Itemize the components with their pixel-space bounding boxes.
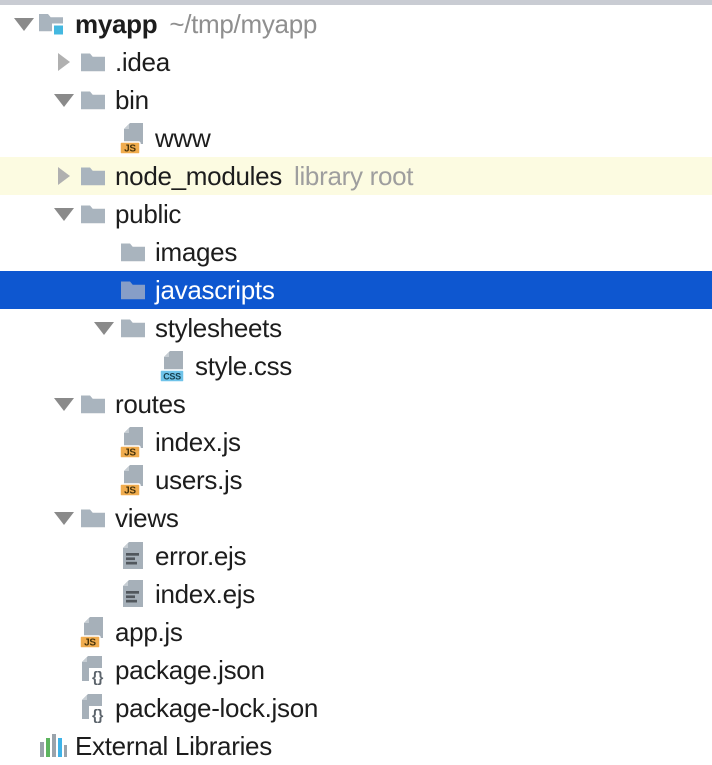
json-file-icon: {} (77, 655, 109, 686)
tree-row-style-css[interactable]: CSS style.css (0, 347, 712, 385)
tree-item-label: error.ejs (155, 537, 246, 575)
json-file-icon: {} (77, 693, 109, 724)
tree-item-label: images (155, 233, 237, 271)
tree-item-label: app.js (115, 613, 183, 651)
tree-item-label: www (155, 119, 210, 157)
tree-item-label: stylesheets (155, 309, 282, 347)
tree-item-annotation: library root (294, 161, 413, 192)
tree-row-package-json[interactable]: {} package.json (0, 651, 712, 689)
expand-arrow-icon (10, 732, 37, 760)
tree-row-app-js[interactable]: JS app.js (0, 613, 712, 651)
tree-row-views[interactable]: views (0, 499, 712, 537)
svg-text:{}: {} (92, 669, 104, 686)
tree-row--idea[interactable]: .idea (0, 43, 712, 81)
js-file-icon: JS (117, 122, 149, 155)
tree-item-label: myapp (75, 5, 157, 43)
expand-arrow-icon (50, 694, 77, 722)
tree-row-stylesheets[interactable]: stylesheets (0, 309, 712, 347)
project-folder-icon (37, 10, 69, 38)
external-libraries-icon (37, 732, 69, 760)
tree-row-routes[interactable]: routes (0, 385, 712, 423)
svg-text:JS: JS (124, 447, 136, 458)
expand-arrow-icon[interactable] (50, 200, 77, 228)
folder-icon (117, 278, 149, 302)
js-file-icon: JS (117, 464, 149, 497)
expand-arrow-icon[interactable] (90, 314, 117, 342)
svg-text:JS: JS (124, 485, 136, 496)
tree-item-label: bin (115, 81, 149, 119)
tree-row-index-js[interactable]: JS index.js (0, 423, 712, 461)
text-file-icon (117, 579, 149, 609)
tree-row-index-ejs[interactable]: index.ejs (0, 575, 712, 613)
tree-row-package-lock-json[interactable]: {} package-lock.json (0, 689, 712, 727)
expand-arrow-icon[interactable] (50, 390, 77, 418)
svg-text:CSS: CSS (163, 371, 181, 381)
folder-icon (117, 240, 149, 264)
expand-arrow-icon (50, 656, 77, 684)
tree-item-label: users.js (155, 461, 242, 499)
expand-arrow-icon (90, 124, 117, 152)
folder-icon (77, 392, 109, 416)
tree-item-label: style.css (195, 347, 292, 385)
tree-item-label: public (115, 195, 181, 233)
expand-arrow-icon[interactable] (50, 48, 77, 76)
js-file-icon: JS (77, 616, 109, 649)
tree-item-label: .idea (115, 43, 170, 81)
tree-item-label: node_modules (115, 157, 282, 195)
tree-item-label: routes (115, 385, 185, 423)
svg-text:JS: JS (84, 637, 96, 648)
tree-item-label: External Libraries (75, 727, 272, 765)
text-file-icon (117, 541, 149, 571)
svg-text:{}: {} (92, 707, 104, 724)
tree-row-node-modules[interactable]: node_modules library root (0, 157, 712, 195)
expand-arrow-icon (50, 618, 77, 646)
svg-text:JS: JS (124, 143, 136, 154)
tree-row-www[interactable]: JS www (0, 119, 712, 157)
tree-item-label: index.ejs (155, 575, 255, 613)
tree-item-annotation: ~/tmp/myapp (169, 9, 317, 40)
expand-arrow-icon (90, 466, 117, 494)
tree-row-error-ejs[interactable]: error.ejs (0, 537, 712, 575)
expand-arrow-icon[interactable] (50, 162, 77, 190)
tree-row-public[interactable]: public (0, 195, 712, 233)
tree-row-javascripts[interactable]: javascripts (0, 271, 712, 309)
expand-arrow-icon[interactable] (10, 10, 37, 38)
folder-icon (77, 50, 109, 74)
folder-icon (117, 316, 149, 340)
tree-item-label: index.js (155, 423, 241, 461)
project-tree: myapp ~/tmp/myapp .idea b (0, 5, 712, 765)
expand-arrow-icon[interactable] (50, 504, 77, 532)
expand-arrow-icon (130, 352, 157, 380)
expand-arrow-icon (90, 542, 117, 570)
folder-icon (77, 506, 109, 530)
folder-icon (77, 164, 109, 188)
tree-row-users-js[interactable]: JS users.js (0, 461, 712, 499)
tree-row-external-libraries[interactable]: External Libraries (0, 727, 712, 765)
tree-item-label: package.json (115, 651, 265, 689)
expand-arrow-icon[interactable] (50, 86, 77, 114)
expand-arrow-icon (90, 238, 117, 266)
css-file-icon: CSS (157, 350, 189, 383)
expand-arrow-icon (90, 580, 117, 608)
tree-item-label: package-lock.json (115, 689, 318, 727)
js-file-icon: JS (117, 426, 149, 459)
expand-arrow-icon (90, 428, 117, 456)
folder-icon (77, 202, 109, 226)
tree-row-bin[interactable]: bin (0, 81, 712, 119)
folder-icon (77, 88, 109, 112)
tree-item-label: javascripts (155, 271, 275, 309)
expand-arrow-icon (90, 276, 117, 304)
tree-row-myapp[interactable]: myapp ~/tmp/myapp (0, 5, 712, 43)
tree-row-images[interactable]: images (0, 233, 712, 271)
tree-item-label: views (115, 499, 179, 537)
